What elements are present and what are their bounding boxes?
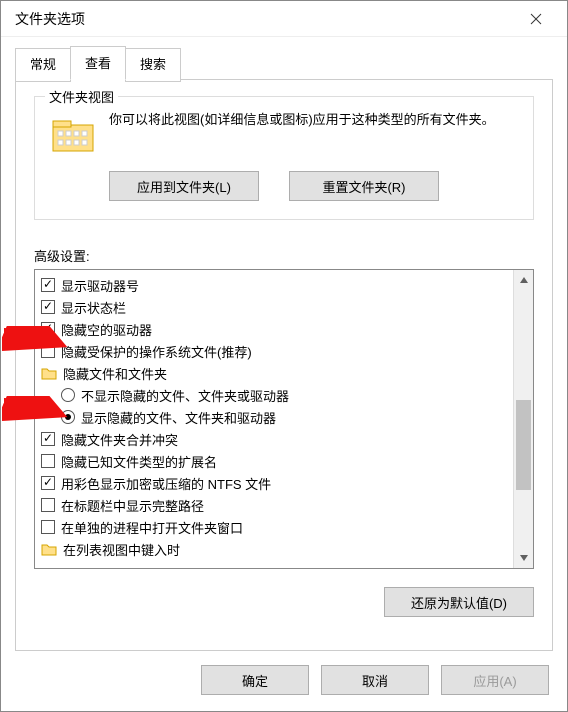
checkbox[interactable] xyxy=(41,520,55,534)
radio[interactable] xyxy=(61,388,75,402)
folder-icon xyxy=(41,366,57,380)
folder-view-icon xyxy=(51,113,95,157)
checkbox[interactable] xyxy=(41,278,55,292)
close-icon xyxy=(530,13,542,25)
item-label: 隐藏文件和文件夹 xyxy=(63,364,167,383)
cancel-button[interactable]: 取消 xyxy=(321,665,429,695)
item-label: 显示状态栏 xyxy=(61,298,126,317)
advanced-item-9[interactable]: 用彩色显示加密或压缩的 NTFS 文件 xyxy=(41,472,511,494)
item-label: 隐藏受保护的操作系统文件(推荐) xyxy=(61,342,252,361)
advanced-item-3[interactable]: 隐藏受保护的操作系统文件(推荐) xyxy=(41,340,511,362)
checkbox[interactable] xyxy=(41,300,55,314)
apply-to-folders-button[interactable]: 应用到文件夹(L) xyxy=(109,171,259,201)
checkbox[interactable] xyxy=(41,476,55,490)
checkbox[interactable] xyxy=(41,322,55,336)
apply-button[interactable]: 应用(A) xyxy=(441,665,549,695)
item-label: 在列表视图中键入时 xyxy=(63,540,180,559)
item-label: 在标题栏中显示完整路径 xyxy=(61,496,204,515)
scrollbar-up-arrow[interactable] xyxy=(514,270,533,290)
titlebar: 文件夹选项 xyxy=(1,1,567,37)
checkbox[interactable] xyxy=(41,344,55,358)
advanced-item-1[interactable]: 显示状态栏 xyxy=(41,296,511,318)
radio[interactable] xyxy=(61,410,75,424)
window-title: 文件夹选项 xyxy=(15,9,513,29)
item-label: 隐藏空的驱动器 xyxy=(61,320,152,339)
item-label: 用彩色显示加密或压缩的 NTFS 文件 xyxy=(61,474,271,493)
tab-general[interactable]: 常规 xyxy=(15,48,71,82)
advanced-item-10[interactable]: 在标题栏中显示完整路径 xyxy=(41,494,511,516)
folder-view-group: 文件夹视图 你可以将此视图(如详细信息或图标)应用于这种类 xyxy=(34,96,534,220)
advanced-item-4: 隐藏文件和文件夹 xyxy=(41,362,511,384)
scrollbar-thumb[interactable] xyxy=(516,400,531,490)
checkbox[interactable] xyxy=(41,498,55,512)
scrollbar-down-arrow[interactable] xyxy=(514,548,533,568)
item-label: 在单独的进程中打开文件夹窗口 xyxy=(61,518,243,537)
item-label: 显示隐藏的文件、文件夹和驱动器 xyxy=(81,408,276,427)
advanced-settings-label: 高级设置: xyxy=(34,246,534,265)
item-label: 隐藏已知文件类型的扩展名 xyxy=(61,452,217,471)
advanced-item-12: 在列表视图中键入时 xyxy=(41,538,511,560)
tab-strip: 常规 查看 搜索 xyxy=(15,46,553,80)
advanced-settings-items[interactable]: 显示驱动器号显示状态栏隐藏空的驱动器隐藏受保护的操作系统文件(推荐) 隐藏文件和文… xyxy=(35,270,513,568)
ok-button[interactable]: 确定 xyxy=(201,665,309,695)
view-tab-panel: 文件夹视图 你可以将此视图(如详细信息或图标)应用于这种类 xyxy=(15,79,553,651)
tab-view[interactable]: 查看 xyxy=(70,46,126,80)
advanced-item-11[interactable]: 在单独的进程中打开文件夹窗口 xyxy=(41,516,511,538)
advanced-item-7[interactable]: 隐藏文件夹合并冲突 xyxy=(41,428,511,450)
restore-defaults-button[interactable]: 还原为默认值(D) xyxy=(384,587,534,617)
scrollbar[interactable] xyxy=(513,270,533,568)
item-label: 隐藏文件夹合并冲突 xyxy=(61,430,178,449)
item-label: 显示驱动器号 xyxy=(61,276,139,295)
advanced-item-5[interactable]: 不显示隐藏的文件、文件夹或驱动器 xyxy=(61,384,511,406)
item-label: 不显示隐藏的文件、文件夹或驱动器 xyxy=(81,386,289,405)
close-button[interactable] xyxy=(513,3,559,35)
folder-view-legend: 文件夹视图 xyxy=(45,87,118,106)
advanced-item-0[interactable]: 显示驱动器号 xyxy=(41,274,511,296)
dialog-body: 常规 查看 搜索 xyxy=(1,37,567,651)
advanced-settings-listbox: 显示驱动器号显示状态栏隐藏空的驱动器隐藏受保护的操作系统文件(推荐) 隐藏文件和文… xyxy=(34,269,534,569)
folder-view-desc: 你可以将此视图(如详细信息或图标)应用于这种类型的所有文件夹。 xyxy=(109,111,517,130)
checkbox[interactable] xyxy=(41,432,55,446)
advanced-item-6[interactable]: 显示隐藏的文件、文件夹和驱动器 xyxy=(61,406,511,428)
advanced-item-8[interactable]: 隐藏已知文件类型的扩展名 xyxy=(41,450,511,472)
checkbox[interactable] xyxy=(41,454,55,468)
folder-options-dialog: 文件夹选项 常规 查看 搜索 xyxy=(0,0,568,712)
dialog-button-row: 确定 取消 应用(A) xyxy=(1,651,567,711)
reset-folders-button[interactable]: 重置文件夹(R) xyxy=(289,171,439,201)
folder-icon xyxy=(41,542,57,556)
tab-search[interactable]: 搜索 xyxy=(125,48,181,82)
advanced-item-2[interactable]: 隐藏空的驱动器 xyxy=(41,318,511,340)
